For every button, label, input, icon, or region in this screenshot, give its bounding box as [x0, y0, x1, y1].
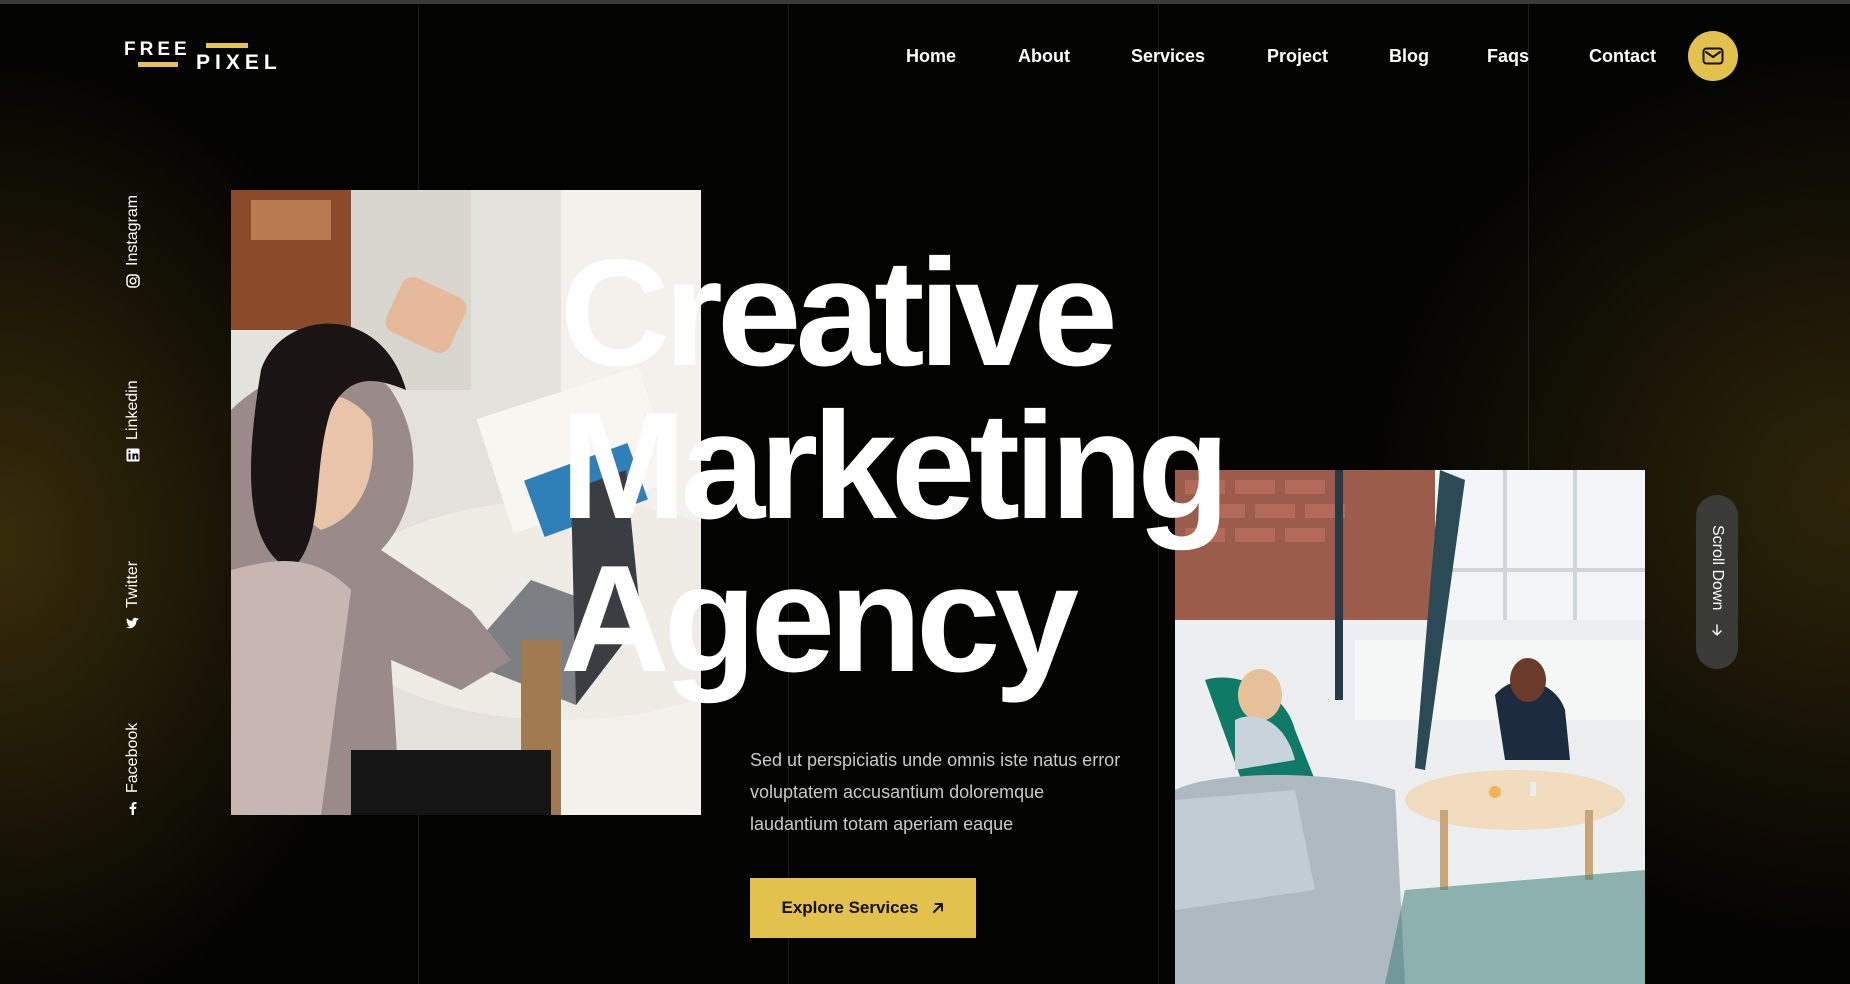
nav-home[interactable]: Home	[906, 46, 956, 67]
nav-contact[interactable]: Contact	[1589, 46, 1656, 67]
facebook-icon	[129, 802, 137, 815]
social-twitter[interactable]: Twitter	[124, 561, 142, 630]
hero-title-line-3: Agency	[560, 534, 1079, 704]
explore-services-button[interactable]: Explore Services	[750, 878, 976, 938]
logo-accent-bar	[138, 62, 178, 67]
explore-services-label: Explore Services	[781, 898, 919, 917]
instagram-icon	[126, 274, 140, 288]
arrow-up-right-icon	[932, 903, 943, 913]
hero-photo-office-meeting	[1175, 470, 1645, 984]
social-label: Linkedin	[124, 380, 141, 440]
logo[interactable]: FREE PIXEL	[124, 40, 284, 74]
nav-faqs[interactable]: Faqs	[1487, 46, 1529, 67]
hero-title-line-2: Marketing	[560, 381, 1230, 551]
scroll-down-label: Scroll Down	[1709, 525, 1726, 611]
social-label: Instagram	[124, 194, 141, 266]
social-facebook[interactable]: Facebook	[124, 723, 142, 815]
twitter-icon	[126, 617, 139, 629]
nav-about[interactable]: About	[1018, 46, 1070, 67]
mail-button[interactable]	[1688, 31, 1738, 81]
mail-icon	[1702, 47, 1724, 65]
social-linkedin[interactable]: Linkedin	[124, 380, 142, 462]
social-label: Twitter	[124, 560, 141, 608]
scroll-down-button[interactable]: Scroll Down	[1696, 495, 1738, 669]
social-instagram[interactable]: Instagram	[124, 195, 142, 288]
logo-text-bottom: PIXEL	[196, 51, 282, 74]
nav-blog[interactable]: Blog	[1389, 46, 1429, 67]
logo-accent-bar	[206, 43, 248, 48]
logo-text-top: FREE	[124, 39, 191, 60]
nav-project[interactable]: Project	[1267, 46, 1328, 67]
linkedin-icon	[126, 448, 140, 462]
hero-title-line-1: Creative	[560, 228, 1118, 398]
nav-services[interactable]: Services	[1131, 46, 1205, 67]
arrow-down-icon	[1712, 624, 1722, 637]
hero-description: Sed ut perspiciatis unde omnis iste natu…	[750, 750, 1121, 834]
social-label: Facebook	[124, 722, 141, 793]
